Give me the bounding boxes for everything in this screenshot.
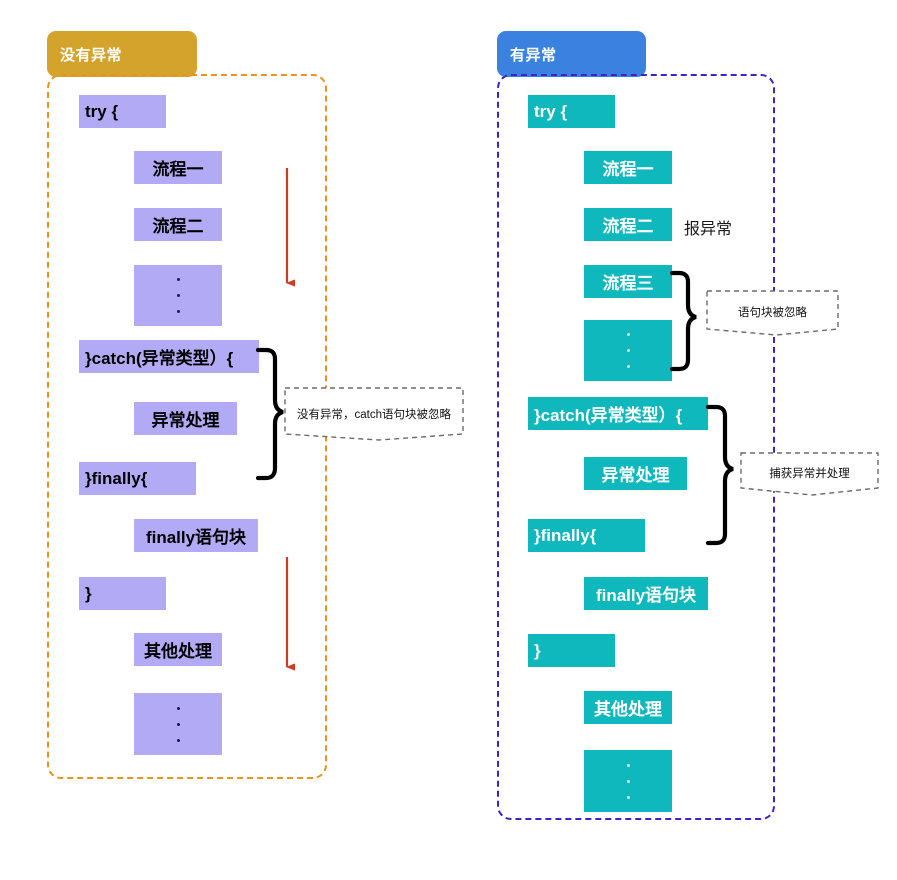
left-block-catch: }catch(异常类型）{ — [79, 340, 259, 373]
right-block-other-handling: 其他处理 — [584, 691, 672, 724]
vertical-ellipsis-icon — [584, 750, 672, 812]
left-block-other-handling-label: 其他处理 — [144, 642, 212, 661]
right-block-finally-body: finally语句块 — [584, 577, 708, 610]
left-block-finally-body-label: finally语句块 — [145, 528, 247, 547]
left-block-other-handling: 其他处理 — [134, 633, 222, 666]
left-block-flow-2-label: 流程二 — [152, 217, 204, 236]
right-block-try: try { — [528, 95, 615, 128]
right-note-block-ignored: 语句块被忽略 — [706, 290, 839, 342]
left-note-catch-ignored: 没有异常，catch语句块被忽略 — [284, 387, 464, 449]
right-block-closing-brace-label: } — [534, 640, 541, 660]
right-block-catch-label: }catch(异常类型）{ — [534, 406, 683, 425]
left-block-flow-1: 流程一 — [134, 151, 222, 184]
right-block-finally-label: }finally{ — [534, 525, 597, 545]
right-block-flow-2-label: 流程二 — [602, 217, 654, 236]
left-block-flow-2: 流程二 — [134, 208, 222, 241]
right-label-throw-exception-text: 报异常 — [684, 221, 733, 238]
left-block-finally-body: finally语句块 — [134, 519, 258, 552]
right-note-catch-and-handle-text: 捕获异常并处理 — [769, 468, 850, 480]
vertical-ellipsis-icon — [584, 320, 672, 381]
right-block-try-label: try { — [534, 101, 568, 121]
right-block-exception-handling: 异常处理 — [584, 457, 687, 490]
diagram-canvas: 没有异常 try { 流程一 流程二 }catch(异常类型）{ 异常处理 }f… — [0, 0, 897, 880]
vertical-ellipsis-icon — [134, 693, 222, 755]
right-block-ellipsis-tail — [584, 750, 672, 812]
left-panel-header: 没有异常 — [47, 31, 197, 77]
left-block-finally-label: }finally{ — [85, 468, 148, 488]
left-block-catch-label: }catch(异常类型）{ — [85, 349, 234, 368]
right-block-other-handling-label: 其他处理 — [594, 700, 662, 719]
left-block-finally: }finally{ — [79, 462, 196, 495]
right-block-flow-3-label: 流程三 — [602, 274, 654, 293]
right-block-ellipsis-try — [584, 320, 672, 381]
right-block-finally: }finally{ — [528, 519, 645, 552]
left-block-closing-brace-label: } — [85, 583, 92, 603]
left-block-try-label: try { — [85, 101, 119, 121]
left-block-try: try { — [79, 95, 166, 128]
right-block-flow-2: 流程二 — [584, 208, 672, 241]
right-note-block-ignored-text: 语句块被忽略 — [738, 307, 807, 319]
left-block-exception-handling: 异常处理 — [134, 402, 237, 435]
right-note-catch-and-handle: 捕获异常并处理 — [740, 452, 879, 502]
right-block-closing-brace: } — [528, 634, 615, 667]
left-panel-header-label: 没有异常 — [60, 46, 123, 64]
right-block-exception-handling-label: 异常处理 — [601, 466, 670, 485]
left-block-exception-handling-label: 异常处理 — [151, 411, 220, 430]
right-block-flow-1: 流程一 — [584, 151, 672, 184]
right-block-flow-3: 流程三 — [584, 265, 672, 298]
left-block-flow-1-label: 流程一 — [152, 160, 204, 179]
vertical-ellipsis-icon — [134, 265, 222, 326]
right-panel-header-label: 有异常 — [510, 46, 557, 64]
left-block-closing-brace: } — [79, 577, 166, 610]
right-block-flow-1-label: 流程一 — [602, 160, 654, 179]
left-block-ellipsis-tail — [134, 693, 222, 755]
left-note-catch-ignored-text: 没有异常，catch语句块被忽略 — [297, 409, 451, 421]
right-panel-header: 有异常 — [497, 31, 646, 77]
left-block-ellipsis-try — [134, 265, 222, 326]
right-block-catch: }catch(异常类型）{ — [528, 397, 708, 430]
right-label-throw-exception: 报异常 — [684, 215, 732, 239]
right-block-finally-body-label: finally语句块 — [595, 586, 697, 605]
